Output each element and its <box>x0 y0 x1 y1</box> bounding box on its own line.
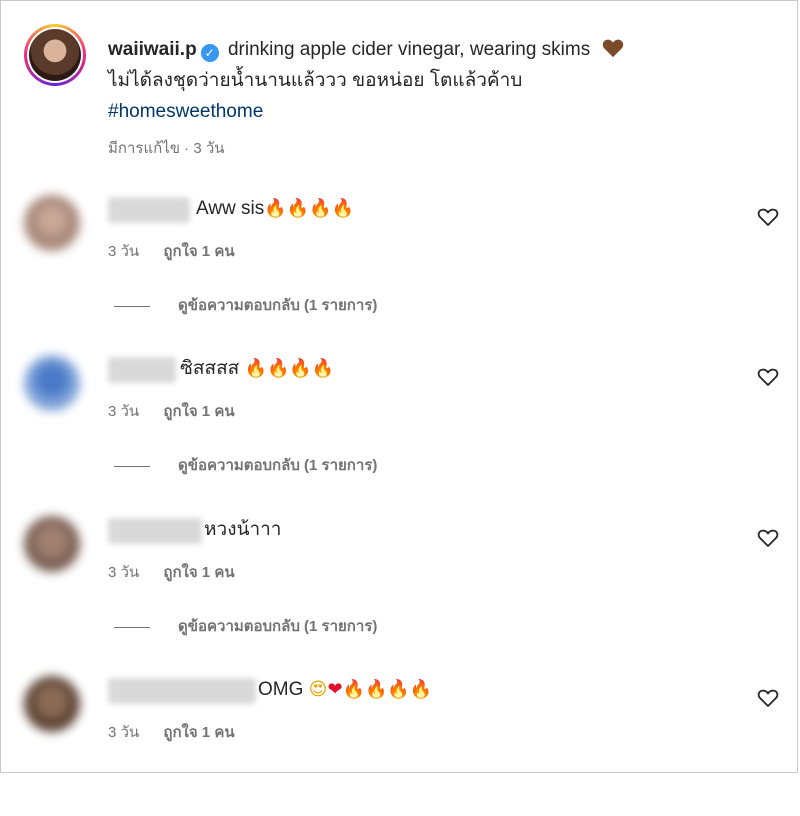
commenter-avatar[interactable] <box>24 355 80 411</box>
heart-outline-icon[interactable] <box>756 526 780 550</box>
comment-likes[interactable]: ถูกใจ 1 คน <box>163 243 234 260</box>
view-replies-button[interactable]: ดูข้อความตอบกลับ (1 รายการ) <box>114 614 377 638</box>
caption-text: waiiwaii.p ✓ drinking apple cider vinegar… <box>108 34 768 127</box>
view-replies-button[interactable]: ดูข้อความตอบกลับ (1 รายการ) <box>114 293 377 317</box>
comment-meta: 3 วัน ถูกใจ 1 คน <box>108 239 235 263</box>
author-username[interactable]: waiiwaii.p <box>108 39 197 60</box>
comment-meta: 3 วัน ถูกใจ 1 คน <box>108 399 235 423</box>
comment-text: ซิสสสส 🔥🔥🔥🔥 <box>180 358 335 379</box>
commenter-avatar[interactable] <box>24 516 80 572</box>
comment-meta: 3 วัน ถูกใจ 1 คน <box>108 560 235 584</box>
fire-emoji-icon: 🔥🔥🔥🔥 <box>264 198 354 219</box>
caption-line-1: drinking apple cider vinegar, wearing sk… <box>227 39 591 60</box>
heart-outline-icon[interactable] <box>756 365 780 389</box>
comment-text: OMG 😍❤🔥🔥🔥🔥 <box>258 679 433 700</box>
comment-text: Aww sis🔥🔥🔥🔥 <box>196 198 354 219</box>
heart-eyes-emoji-icon: 😍 <box>308 679 328 700</box>
hashtag-link[interactable]: #homesweethome <box>108 101 263 122</box>
commenter-avatar[interactable] <box>24 195 80 251</box>
comment-likes[interactable]: ถูกใจ 1 คน <box>163 564 234 581</box>
caption-meta: มีการแก้ไข · 3 วัน <box>108 140 225 157</box>
heart-outline-icon[interactable] <box>756 205 780 229</box>
commenter-username-blurred[interactable] <box>108 357 176 383</box>
fire-emoji-icon: 🔥🔥🔥🔥 <box>342 679 433 700</box>
comment-time[interactable]: 3 วัน <box>108 403 139 420</box>
fire-emoji-icon: 🔥🔥🔥🔥 <box>244 358 335 379</box>
commenter-avatar[interactable] <box>24 676 80 732</box>
replies-divider <box>114 626 150 628</box>
commenter-username-blurred[interactable] <box>108 518 202 544</box>
comment-time[interactable]: 3 วัน <box>108 724 139 741</box>
caption-line-2: ไม่ได้ลงชุดว่ายน้ำนานแล้ววว ขอหน่อย โตแล… <box>108 70 523 91</box>
author-avatar[interactable] <box>27 27 83 83</box>
comment-likes[interactable]: ถูกใจ 1 คน <box>163 724 234 741</box>
comment-likes[interactable]: ถูกใจ 1 คน <box>163 403 234 420</box>
comment-time[interactable]: 3 วัน <box>108 564 139 581</box>
replies-divider <box>114 465 150 467</box>
red-heart-emoji-icon: ❤ <box>327 679 343 700</box>
view-replies-button[interactable]: ดูข้อความตอบกลับ (1 รายการ) <box>114 453 377 477</box>
comment-item: OMG 😍❤🔥🔥🔥🔥 3 วัน ถูกใจ 1 คน <box>24 676 780 816</box>
comment-item: Aww sis🔥🔥🔥🔥 3 วัน ถูกใจ 1 คน ดูข้อความตอ… <box>24 195 780 335</box>
author-avatar-photo <box>29 29 81 81</box>
brown-heart-icon <box>602 39 623 58</box>
commenter-username-blurred[interactable] <box>108 678 256 704</box>
heart-outline-icon[interactable] <box>756 686 780 710</box>
comment-item: หวงน้าาา 3 วัน ถูกใจ 1 คน ดูข้อความตอบกล… <box>24 516 780 656</box>
author-avatar-story-ring[interactable] <box>24 24 86 86</box>
comment-meta: 3 วัน ถูกใจ 1 คน <box>108 720 235 744</box>
comment-item: ซิสสสส 🔥🔥🔥🔥 3 วัน ถูกใจ 1 คน ดูข้อความตอ… <box>24 355 780 495</box>
verified-badge-icon: ✓ <box>200 44 219 62</box>
comment-text: หวงน้าาา <box>204 519 282 540</box>
replies-divider <box>114 305 150 307</box>
comment-time[interactable]: 3 วัน <box>108 243 139 260</box>
commenter-username-blurred[interactable] <box>108 197 190 223</box>
